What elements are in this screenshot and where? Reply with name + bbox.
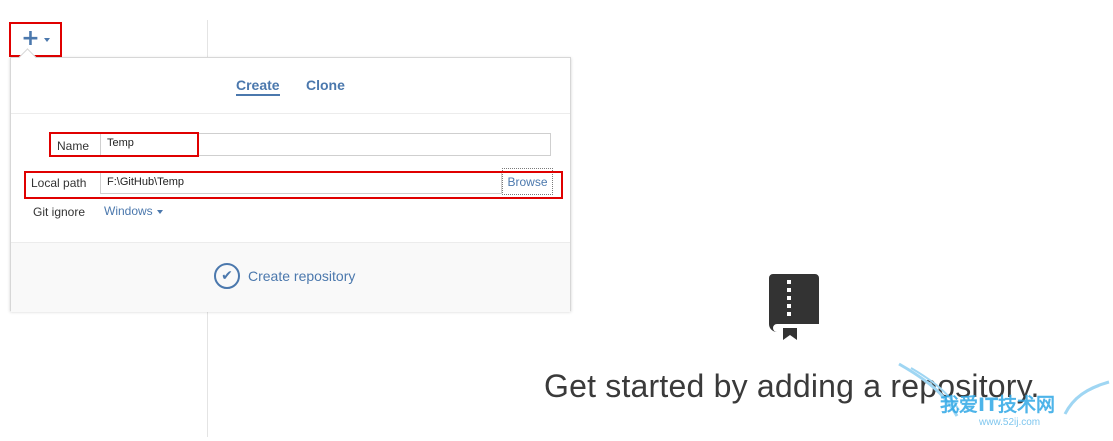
chevron-down-icon [43,37,50,42]
book-icon [769,274,819,340]
local-path-field[interactable]: F:\GitHub\Temp [100,171,502,194]
add-repository-popover: Create Clone Name Temp Local path F:\Git… [10,48,571,312]
watermark-text: 我爱IT技术网 [940,394,1056,416]
name-field[interactable]: Temp [100,133,551,156]
browse-button[interactable]: Browse [502,168,553,195]
tab-clone[interactable]: Clone [306,77,345,93]
tab-create[interactable]: Create [236,77,280,96]
add-repository-button[interactable]: + [9,22,62,57]
plus-icon: + [21,25,40,51]
git-ignore-select[interactable]: Windows [104,204,163,218]
popover-tabs: Create Clone [11,58,570,114]
name-label: Name [57,139,90,153]
site-watermark: 我爱IT技术网 www.52ij.com [897,360,1111,437]
git-ignore-value: Windows [104,204,153,218]
chevron-down-icon [156,209,163,214]
git-ignore-label: Git ignore [33,205,86,219]
create-repository-label: Create repository [248,268,356,284]
popover-footer: ✔ Create repository [11,242,570,312]
local-path-label: Local path [31,176,87,190]
create-repository-button[interactable]: ✔ Create repository [214,263,355,289]
check-circle-icon: ✔ [214,263,240,289]
watermark-url: www.52ij.com [979,417,1041,428]
